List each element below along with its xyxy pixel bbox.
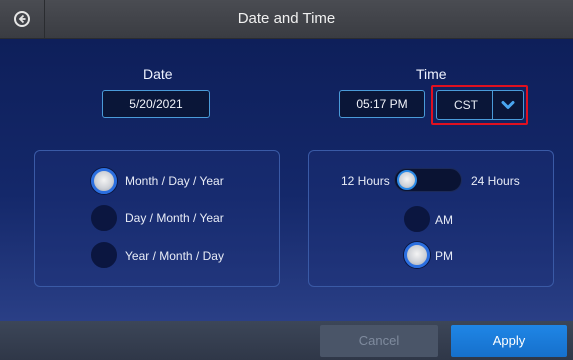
back-button[interactable]	[0, 0, 45, 38]
option-am[interactable]: AM	[435, 213, 453, 227]
date-field[interactable]: 5/20/2021	[102, 90, 210, 118]
apply-button[interactable]: Apply	[451, 325, 567, 357]
option-year-month-day[interactable]: Year / Month / Day	[125, 249, 224, 263]
date-label: Date	[143, 66, 173, 82]
toggle-knob[interactable]	[397, 170, 417, 190]
option-day-month-year[interactable]: Day / Month / Year	[125, 211, 224, 225]
time-label: Time	[416, 66, 447, 82]
chevron-down-icon[interactable]	[492, 91, 523, 119]
label-24-hours[interactable]: 24 Hours	[471, 174, 520, 188]
label-12-hours[interactable]: 12 Hours	[341, 174, 390, 188]
back-arrow-icon	[14, 11, 30, 27]
title-bar: Date and Time	[0, 0, 573, 39]
radio-pm[interactable]	[404, 242, 430, 268]
radio-am[interactable]	[404, 206, 430, 232]
option-month-day-year[interactable]: Month / Day / Year	[125, 174, 224, 188]
time-field[interactable]: 05:17 PM	[339, 90, 425, 118]
timezone-value: CST	[454, 98, 478, 112]
cancel-button[interactable]: Cancel	[320, 325, 438, 357]
hour-format-toggle[interactable]	[394, 168, 462, 192]
option-pm[interactable]: PM	[435, 249, 453, 263]
radio-day-month-year[interactable]	[91, 205, 117, 231]
timezone-select[interactable]: CST	[436, 90, 524, 120]
page-title: Date and Time	[237, 10, 336, 27]
radio-year-month-day[interactable]	[91, 242, 117, 268]
radio-month-day-year[interactable]	[91, 168, 117, 194]
